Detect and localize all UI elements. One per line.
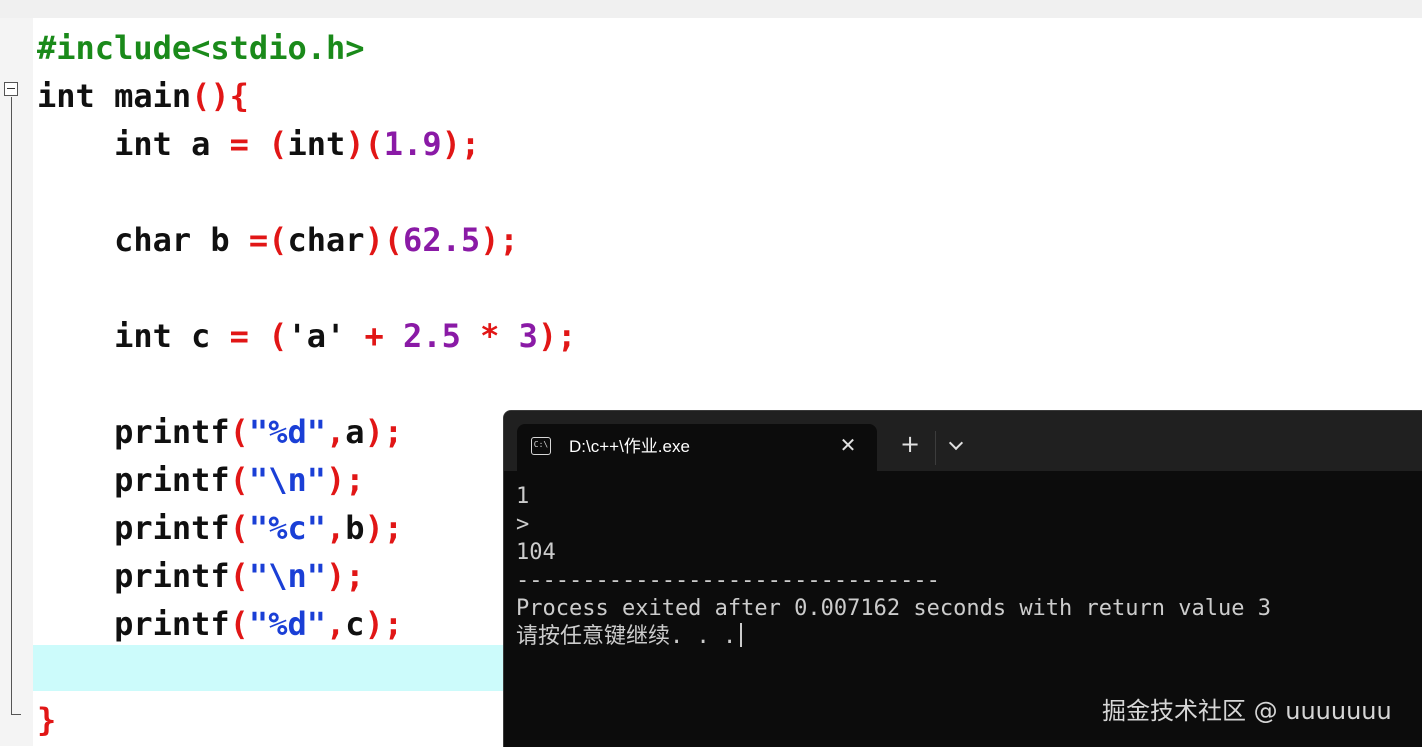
tab-title: D:\c++\作业.exe — [569, 437, 690, 456]
output-line-prompt: 请按任意键继续. . . — [516, 623, 1271, 651]
code-token: (){ — [191, 77, 249, 115]
fold-collapse-icon[interactable] — [4, 82, 18, 96]
code-token: ); — [325, 557, 365, 595]
fold-guide-line — [11, 97, 12, 715]
code-line: int a = (int)(1.9); — [37, 120, 576, 168]
code-token: )( — [364, 221, 404, 259]
terminal-output[interactable]: 1 >104 -------------------------------- Pro… — [516, 483, 1271, 651]
code-token: ( — [229, 461, 249, 499]
terminal-tab[interactable]: C:\ D:\c++\作业.exe ✕ — [517, 424, 877, 471]
code-token: ); — [364, 413, 404, 451]
code-token: 3 — [518, 317, 538, 355]
code-line: printf("%d",a); — [37, 408, 576, 456]
code-token: char b — [37, 221, 249, 259]
terminal-tab-bar: C:\ D:\c++\作业.exe ✕ + — [504, 411, 1422, 471]
code-token: 62.5 — [403, 221, 481, 259]
code-token: ( — [229, 413, 249, 451]
editor-top-strip — [0, 0, 1422, 18]
code-token: "%d" — [248, 413, 326, 451]
press-any-key-text: 请按任意键继续. . . — [516, 624, 737, 649]
editor-gutter — [0, 18, 33, 746]
code-token: ); — [537, 317, 577, 355]
text-cursor — [740, 623, 743, 647]
code-token: 'a' — [287, 317, 346, 355]
code-token: = — [229, 317, 249, 355]
code-token: ( — [248, 125, 288, 163]
code-token: "\n" — [248, 557, 326, 595]
terminal-window[interactable]: C:\ D:\c++\作业.exe ✕ + 1 >104 -------------… — [503, 410, 1422, 747]
code-token: ); — [325, 461, 365, 499]
code-token: char — [287, 221, 365, 259]
code-token: ( — [229, 605, 249, 643]
chevron-down-icon[interactable] — [943, 433, 969, 459]
code-token: ( — [229, 557, 249, 595]
close-tab-icon[interactable]: ✕ — [835, 432, 861, 458]
code-line: char b =(char)(62.5); — [37, 216, 576, 264]
code-token: 2.5 — [403, 317, 461, 355]
code-token: , — [325, 605, 346, 643]
code-token: #include<stdio.h> — [37, 29, 365, 67]
code-line: printf("%c",b); — [37, 504, 576, 552]
code-token: printf — [37, 413, 230, 451]
output-line: Process exited after 0.007162 seconds wi… — [516, 596, 1271, 621]
code-line: } — [37, 696, 576, 744]
code-line: int c = ('a' + 2.5 * 3); — [37, 312, 576, 360]
code-token: ); — [364, 509, 404, 547]
code-token: , — [325, 413, 346, 451]
code-token: ); — [480, 221, 519, 259]
code-token: * — [460, 317, 519, 355]
code-token: ( — [248, 317, 288, 355]
code-token: )( — [345, 125, 384, 163]
code-token: 1.9 — [383, 125, 442, 163]
code-token: printf — [37, 557, 230, 595]
code-line: #include<stdio.h> — [37, 24, 576, 72]
code-token: "%c" — [248, 509, 326, 547]
code-line: int main(){ — [37, 72, 576, 120]
watermark: 掘金技术社区 @ uuuuuuu — [1102, 697, 1392, 725]
code-token: int c — [37, 317, 230, 355]
code-line: printf("\n"); — [37, 456, 576, 504]
code-token: c — [345, 605, 365, 643]
output-line: > — [516, 512, 530, 537]
code-token: printf — [37, 509, 230, 547]
code-token: ); — [364, 605, 404, 643]
code-token: = — [229, 125, 249, 163]
code-token: printf — [37, 461, 230, 499]
code-token: int — [287, 125, 346, 163]
code-token: int main — [37, 77, 192, 115]
code-token: ( — [229, 509, 249, 547]
code-text[interactable]: #include<stdio.h> int main(){ int a = (in… — [37, 24, 576, 744]
console-icon: C:\ — [531, 437, 551, 455]
output-line: 104 — [516, 540, 556, 565]
code-line: printf("%d",c); — [37, 600, 576, 648]
code-token: } — [37, 701, 57, 739]
code-token: + — [345, 317, 404, 355]
code-line: printf("\n"); — [37, 552, 576, 600]
code-token: =( — [248, 221, 288, 259]
code-token: int a — [37, 125, 230, 163]
code-token: "\n" — [248, 461, 326, 499]
output-line: 1 — [516, 484, 530, 509]
code-token: , — [325, 509, 346, 547]
code-token: b — [345, 509, 365, 547]
code-token: ); — [441, 125, 481, 163]
fold-guide-end — [11, 714, 21, 715]
code-token: "%d" — [248, 605, 326, 643]
tab-separator — [935, 431, 936, 465]
output-line: -------------------------------- — [516, 568, 940, 593]
new-tab-button[interactable]: + — [897, 431, 923, 457]
code-token: printf — [37, 605, 230, 643]
code-token: a — [345, 413, 365, 451]
